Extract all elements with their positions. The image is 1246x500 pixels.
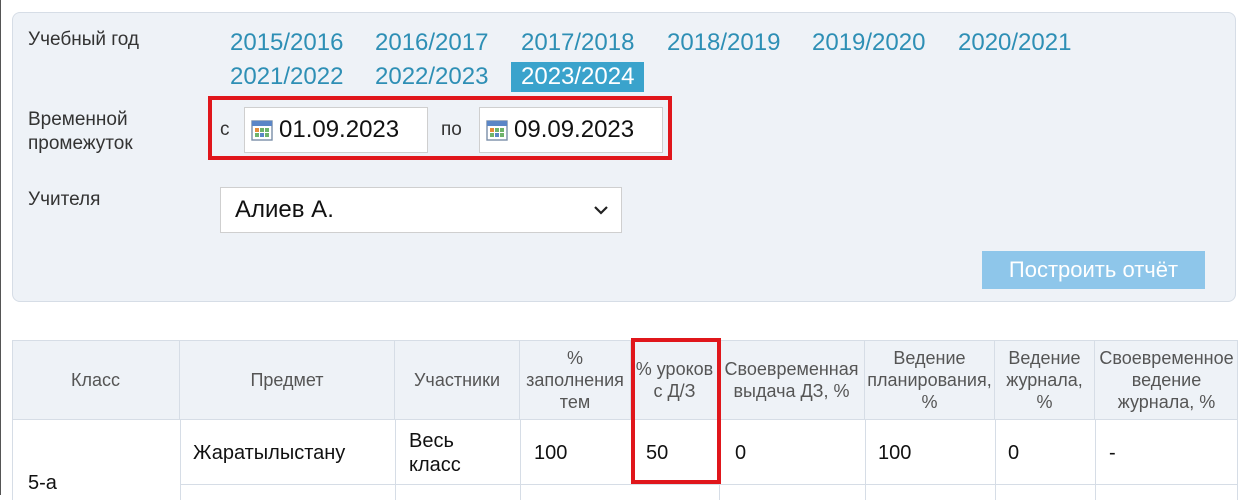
column-divider bbox=[1237, 420, 1238, 500]
header-journal: Ведение журнала, % bbox=[995, 340, 1095, 420]
to-date-value: 09.09.2023 bbox=[514, 116, 635, 143]
cell-subject: Жаратылыстану bbox=[193, 442, 346, 464]
teacher-select-value: Алиев А. bbox=[235, 196, 334, 223]
year-link-2016-2017[interactable]: 2016/2017 bbox=[375, 28, 488, 58]
cell-lessons-with-hw: 50 bbox=[646, 442, 669, 464]
year-link-2017-2018[interactable]: 2017/2018 bbox=[521, 28, 634, 58]
header-topics-fill: % заполнения тем bbox=[520, 340, 631, 420]
left-edge-line bbox=[0, 0, 1, 495]
year-link-2022-2023[interactable]: 2022/2023 bbox=[375, 62, 488, 92]
period-label: Временной промежуток bbox=[28, 109, 133, 154]
cell-timely-journal: - bbox=[1109, 442, 1116, 464]
column-divider bbox=[520, 420, 521, 500]
column-divider bbox=[995, 420, 996, 500]
from-date-value: 01.09.2023 bbox=[279, 116, 400, 143]
column-divider bbox=[395, 420, 396, 500]
year-link-2019-2020[interactable]: 2019/2020 bbox=[812, 28, 925, 58]
header-lessons-with-hw: % уроков с Д/З bbox=[631, 340, 719, 420]
cell-participants: Весь класс bbox=[409, 430, 461, 476]
column-divider bbox=[1095, 420, 1096, 500]
header-timely-journal: Своевременное ведение журнала, % bbox=[1095, 340, 1238, 420]
cell-class: 5-а bbox=[28, 472, 57, 494]
from-date-field[interactable]: 01.09.2023 bbox=[244, 107, 428, 153]
year-link-2020-2021[interactable]: 2020/2021 bbox=[958, 28, 1071, 58]
header-subject: Предмет bbox=[180, 340, 395, 420]
build-report-button[interactable]: Построить отчёт bbox=[982, 251, 1205, 289]
year-link-2015-2016[interactable]: 2015/2016 bbox=[230, 28, 343, 58]
to-date-field[interactable]: 09.09.2023 bbox=[479, 107, 663, 153]
to-prefix: по bbox=[441, 119, 462, 140]
from-prefix: с bbox=[220, 119, 230, 140]
column-divider bbox=[719, 420, 720, 500]
teacher-label: Учителя bbox=[28, 189, 101, 210]
column-divider bbox=[865, 420, 866, 500]
cell-planning: 100 bbox=[878, 442, 912, 464]
header-planning: Ведение планирования, % bbox=[865, 340, 995, 420]
cell-timely-hw: 0 bbox=[735, 442, 747, 464]
cell-journal: 0 bbox=[1008, 442, 1020, 464]
chevron-down-icon bbox=[594, 206, 608, 215]
year-link-2018-2019[interactable]: 2018/2019 bbox=[667, 28, 780, 58]
header-participants: Участники bbox=[395, 340, 520, 420]
column-divider bbox=[12, 420, 13, 500]
year-label: Учебный год bbox=[28, 29, 139, 50]
calendar-icon[interactable] bbox=[251, 119, 273, 141]
header-timely-hw: Своевременная выдача ДЗ, % bbox=[719, 340, 865, 420]
column-divider bbox=[180, 420, 181, 500]
calendar-icon[interactable] bbox=[486, 119, 508, 141]
row-divider bbox=[180, 484, 1238, 485]
cell-topics-fill: 100 bbox=[534, 442, 568, 464]
year-link-2021-2022[interactable]: 2021/2022 bbox=[230, 62, 343, 92]
teacher-select[interactable]: Алиев А. bbox=[220, 187, 622, 233]
header-class: Класс bbox=[12, 340, 180, 420]
year-link-2023-2024-active[interactable]: 2023/2024 bbox=[511, 62, 645, 92]
